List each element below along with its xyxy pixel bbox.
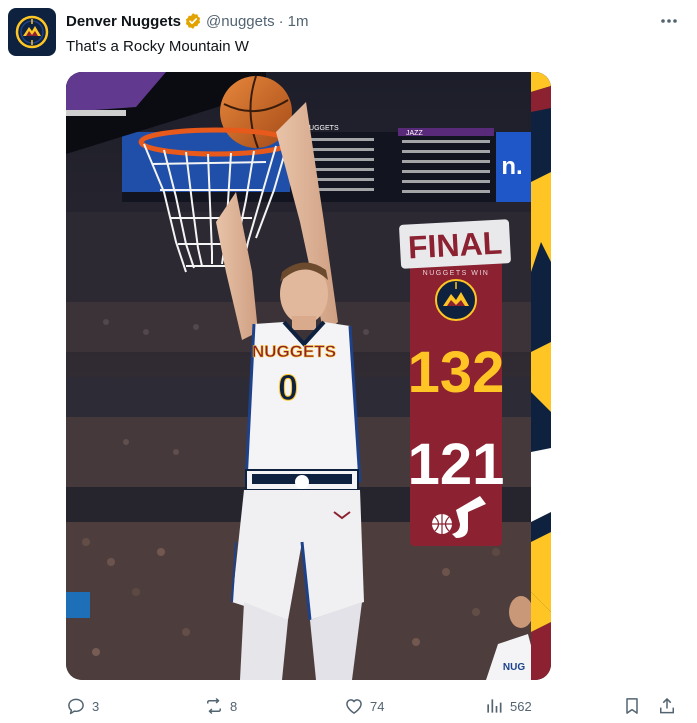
tweet-media-image[interactable]: n. NUGGETS JAZZ NUGGETS 0 NUG FINAL NUGG… [66, 72, 551, 680]
game-final-graphic: n. NUGGETS JAZZ NUGGETS 0 NUG FINAL NUGG… [66, 72, 551, 680]
views-icon [487, 699, 502, 713]
repost-count: 8 [230, 698, 238, 714]
bookmark-button[interactable] [622, 692, 642, 720]
nuggets-logo-icon [15, 15, 49, 49]
reply-count: 3 [92, 698, 100, 714]
reply-icon [68, 698, 84, 715]
final-subtitle: NUGGETS WIN [423, 270, 490, 277]
like-count: 74 [370, 698, 385, 714]
share-button[interactable] [657, 692, 677, 720]
tweet[interactable]: Denver Nuggets @nuggets · 1m That's a Ro… [0, 0, 697, 723]
separator-dot: · [278, 12, 284, 30]
reply-button[interactable]: 3 [66, 692, 99, 720]
svg-text:n.: n. [501, 153, 522, 180]
tweet-text: That's a Rocky Mountain W [66, 38, 249, 55]
share-icon [660, 698, 674, 714]
heart-icon [346, 699, 362, 714]
verified-badge-icon[interactable] [184, 12, 202, 30]
jersey-team-name: NUGGETS [252, 342, 336, 361]
bookmark-icon [626, 698, 638, 714]
more-icon [661, 19, 677, 23]
display-name[interactable]: Denver Nuggets [66, 13, 181, 30]
tweet-header: Denver Nuggets @nuggets · 1m [66, 11, 308, 31]
views-button[interactable]: 562 [484, 692, 532, 720]
jersey-number: 0 [278, 367, 298, 408]
final-label: FINAL [407, 225, 503, 266]
home-score: 132 [408, 340, 505, 405]
more-options-button[interactable] [656, 8, 682, 34]
views-count: 562 [510, 698, 532, 714]
avatar[interactable] [8, 8, 56, 56]
handle[interactable]: @nuggets [206, 13, 275, 30]
scoreboard-away-label: JAZZ [406, 130, 423, 137]
away-score: 121 [408, 432, 505, 497]
tweet-actions: 3 8 74 562 [0, 692, 697, 720]
like-button[interactable]: 74 [344, 692, 384, 720]
repost-icon [207, 697, 221, 715]
nuggets-logo-icon [435, 279, 477, 321]
svg-text:NUG: NUG [503, 662, 525, 673]
timestamp[interactable]: 1m [288, 13, 309, 30]
repost-button[interactable]: 8 [204, 692, 237, 720]
